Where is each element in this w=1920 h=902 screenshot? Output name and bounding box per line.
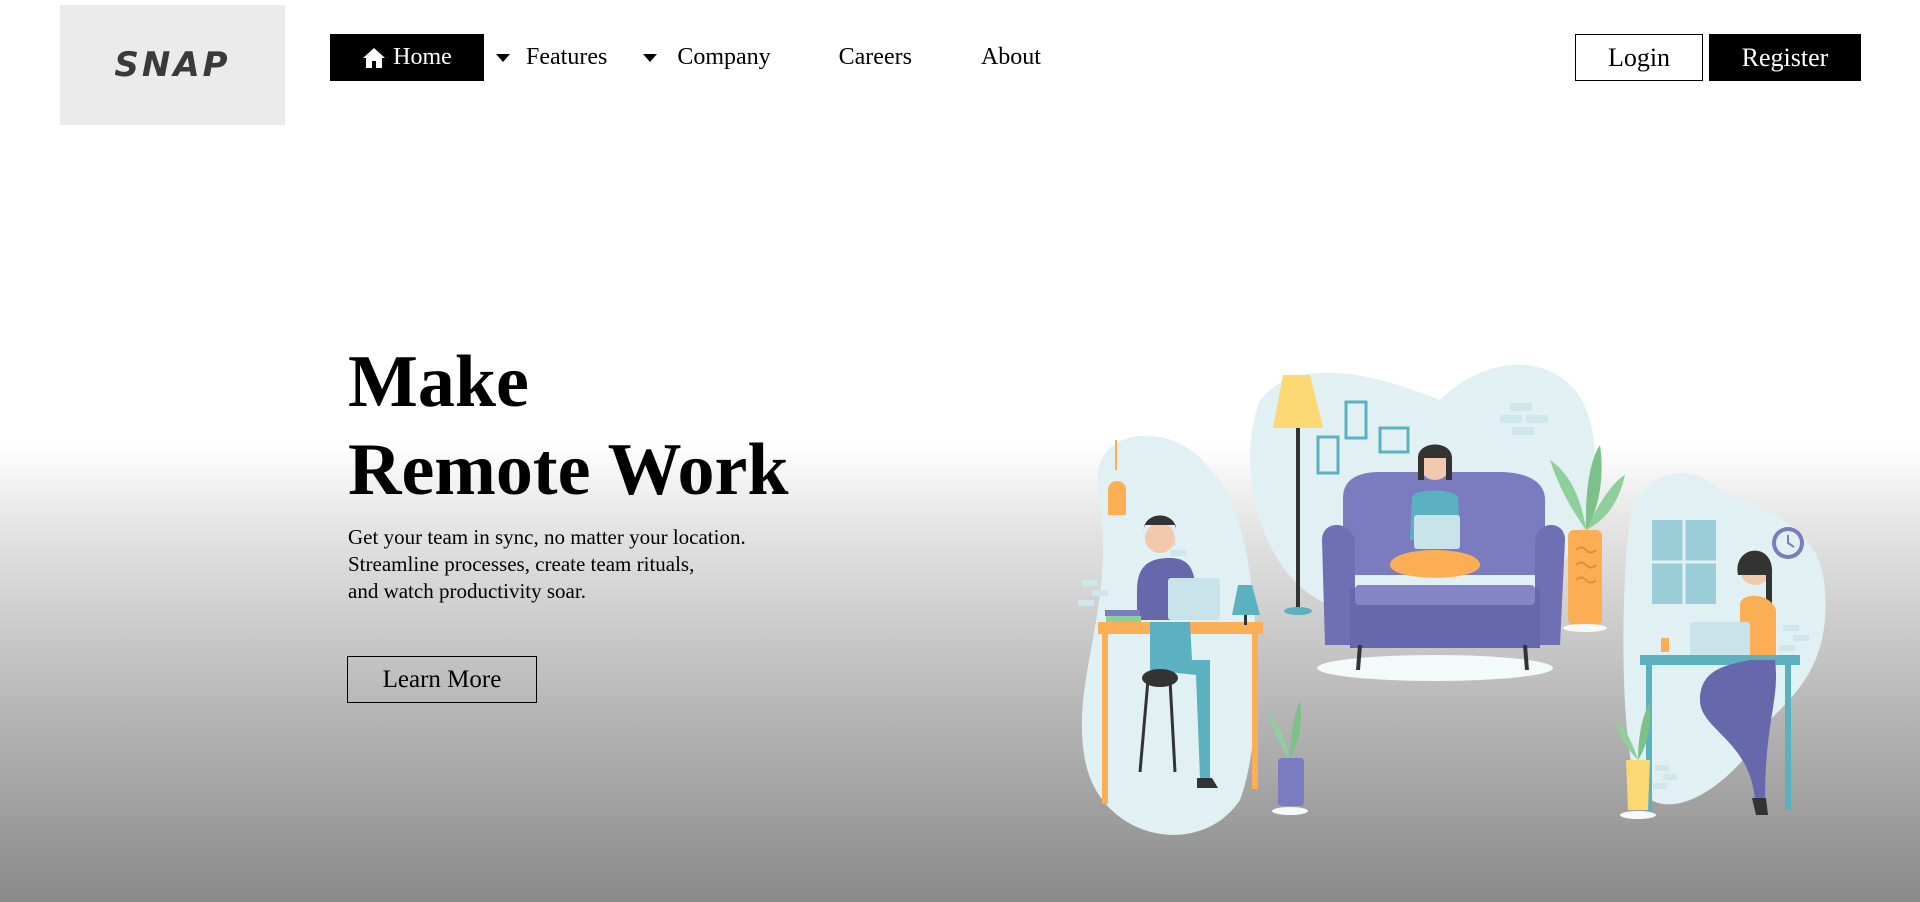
main-nav: Home Features Company Careers About <box>330 34 1041 81</box>
learn-more-button[interactable]: Learn More <box>347 656 537 703</box>
nav-item-company-label: Company <box>677 44 771 70</box>
chevron-down-icon <box>643 53 658 62</box>
hero-title-line-1: Make <box>348 341 529 423</box>
nav-item-company[interactable]: Company <box>677 34 770 81</box>
chevron-down-icon <box>496 53 510 62</box>
nav-item-home-label: Home <box>393 44 452 70</box>
hero-title: Make Remote Work <box>348 338 789 514</box>
man-laptop <box>1168 578 1220 620</box>
register-button[interactable]: Register <box>1709 34 1861 81</box>
nav-item-about-label: About <box>980 44 1041 70</box>
sofa-laptop <box>1414 515 1460 549</box>
desk-right <box>1640 655 1800 665</box>
man-head <box>1145 523 1175 553</box>
hero-subtitle-line-1: Get your team in sync, no matter your lo… <box>348 525 746 549</box>
logo-text: SNAP <box>114 45 231 85</box>
nav-item-careers[interactable]: Careers <box>839 34 912 81</box>
nav-item-features-label: Features <box>526 44 608 70</box>
hero-subtitle-line-2: Streamline processes, create team ritual… <box>348 552 695 576</box>
features-dropdown-toggle[interactable] <box>488 34 518 81</box>
hero-title-line-2: Remote Work <box>348 429 789 511</box>
logo[interactable]: SNAP <box>60 5 285 125</box>
remote-work-illustration <box>1078 364 1826 835</box>
pendant-lamp <box>1108 481 1126 515</box>
hero-subtitle-line-3: and watch productivity soar. <box>348 579 586 603</box>
login-button[interactable]: Login <box>1575 34 1703 81</box>
hero-subtitle: Get your team in sync, no matter your lo… <box>348 524 746 605</box>
floor-lamp-pole <box>1296 428 1300 608</box>
home-icon <box>363 47 386 68</box>
nav-item-about[interactable]: About <box>981 34 1041 81</box>
plant-pot-left <box>1278 758 1304 806</box>
plant-pot-bottom <box>1626 760 1650 810</box>
company-dropdown-toggle[interactable] <box>635 34 665 81</box>
nav-item-home[interactable]: Home <box>330 34 484 81</box>
nav-item-careers-label: Careers <box>838 44 912 70</box>
plant-pot-right <box>1568 530 1602 625</box>
nav-item-features[interactable]: Features <box>526 34 607 81</box>
